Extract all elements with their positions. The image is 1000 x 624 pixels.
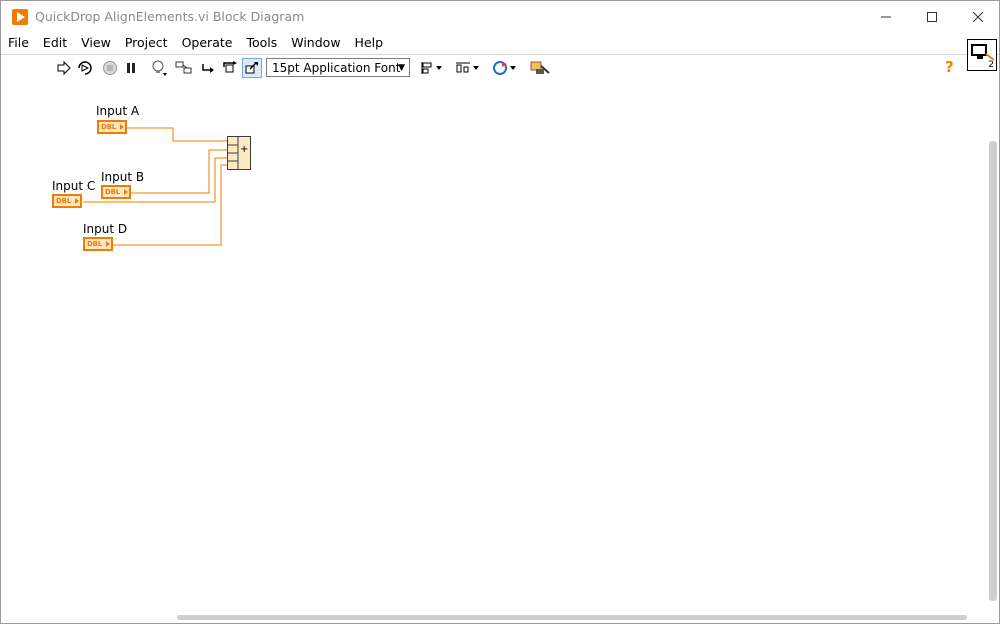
distribute-objects-button[interactable] (454, 59, 482, 77)
maximize-icon (927, 12, 937, 22)
vi-icon-number: 2 (988, 60, 994, 70)
menu-file[interactable]: File (1, 33, 36, 53)
labview-app-icon (12, 9, 28, 25)
step-over-icon (223, 61, 237, 73)
compound-arithmetic-node[interactable]: + (227, 136, 251, 170)
step-into-button[interactable] (200, 59, 218, 77)
menu-help[interactable]: Help (348, 33, 391, 53)
block-diagram-canvas[interactable]: Input A DBL Input B DBL Input C DBL Inpu… (1, 81, 987, 613)
menu-bar: File Edit View Project Operate Tools Win… (1, 33, 999, 53)
minimize-button[interactable] (863, 1, 909, 33)
align-objects-button[interactable] (419, 59, 445, 77)
terminal-input-d[interactable]: DBL (83, 237, 113, 251)
step-out-icon (245, 62, 258, 74)
wire-input-a[interactable] (127, 127, 227, 142)
run-continuously-icon (78, 61, 92, 75)
reorder-button[interactable] (491, 59, 519, 77)
broom-icon (530, 61, 550, 74)
vi-icon[interactable]: 2 (967, 39, 997, 71)
pause-button[interactable] (123, 59, 139, 77)
terminal-input-c[interactable]: DBL (52, 194, 82, 208)
close-icon (973, 12, 983, 22)
step-into-icon (202, 64, 214, 73)
menu-window[interactable]: Window (284, 33, 347, 53)
menu-edit[interactable]: Edit (36, 33, 74, 53)
step-out-button[interactable] (242, 58, 262, 78)
window-title: QuickDrop AlignElements.vi Block Diagram (35, 9, 305, 24)
highlight-execution-button[interactable] (149, 59, 169, 77)
terminal-type: DBL (56, 197, 72, 205)
terminal-type: DBL (105, 188, 121, 196)
wire-input-b[interactable] (131, 149, 227, 194)
node-operator: + (240, 144, 249, 155)
run-arrow-icon (57, 61, 71, 75)
probe-icon (175, 61, 192, 74)
title-bar: QuickDrop AlignElements.vi Block Diagram (1, 1, 999, 33)
abort-button[interactable] (101, 59, 119, 77)
reorder-icon (493, 61, 516, 75)
label-input-c: Input C (52, 179, 96, 193)
align-objects-icon (421, 62, 442, 74)
menu-project[interactable]: Project (118, 33, 175, 53)
font-select[interactable]: 15pt Application Font ▼ (266, 58, 410, 77)
toolbar: 15pt Application Font ▼ ? (1, 54, 999, 82)
horizontal-scrollbar[interactable] (1, 613, 999, 623)
menu-operate[interactable]: Operate (175, 33, 240, 53)
pause-icon (127, 63, 135, 73)
retain-wire-values-button[interactable] (174, 59, 194, 77)
label-input-b: Input B (101, 170, 145, 184)
vertical-scroll-thumb[interactable] (989, 141, 997, 601)
block-diagram-window: QuickDrop AlignElements.vi Block Diagram… (0, 0, 1000, 624)
terminal-input-b[interactable]: DBL (101, 185, 131, 199)
font-select-value: 15pt Application Font (272, 61, 401, 75)
lightbulb-icon (152, 60, 167, 76)
menu-tools[interactable]: Tools (239, 33, 284, 53)
minimize-icon (881, 16, 891, 18)
maximize-button[interactable] (909, 1, 955, 33)
terminal-type: DBL (87, 240, 103, 248)
output-arrow-icon (120, 124, 124, 130)
menu-view[interactable]: View (74, 33, 118, 53)
output-arrow-icon (124, 189, 128, 195)
distribute-objects-icon (456, 62, 479, 73)
output-arrow-icon (75, 198, 79, 204)
dropdown-arrow-icon: ▼ (398, 63, 405, 73)
label-input-a: Input A (96, 104, 140, 118)
terminal-type: DBL (101, 123, 117, 131)
context-help-button[interactable]: ? (945, 58, 954, 76)
label-input-d: Input D (83, 222, 128, 236)
clean-up-diagram-button[interactable] (528, 59, 552, 77)
output-arrow-icon (106, 241, 110, 247)
terminal-input-a[interactable]: DBL (97, 120, 127, 134)
vertical-scrollbar[interactable] (987, 81, 999, 613)
run-continuously-button[interactable] (75, 59, 95, 77)
run-button[interactable] (55, 59, 73, 77)
abort-icon (103, 61, 117, 75)
wires-layer (83, 127, 227, 246)
step-over-button[interactable] (221, 59, 239, 77)
close-button[interactable] (955, 1, 999, 33)
horizontal-scroll-thumb[interactable] (177, 615, 967, 620)
